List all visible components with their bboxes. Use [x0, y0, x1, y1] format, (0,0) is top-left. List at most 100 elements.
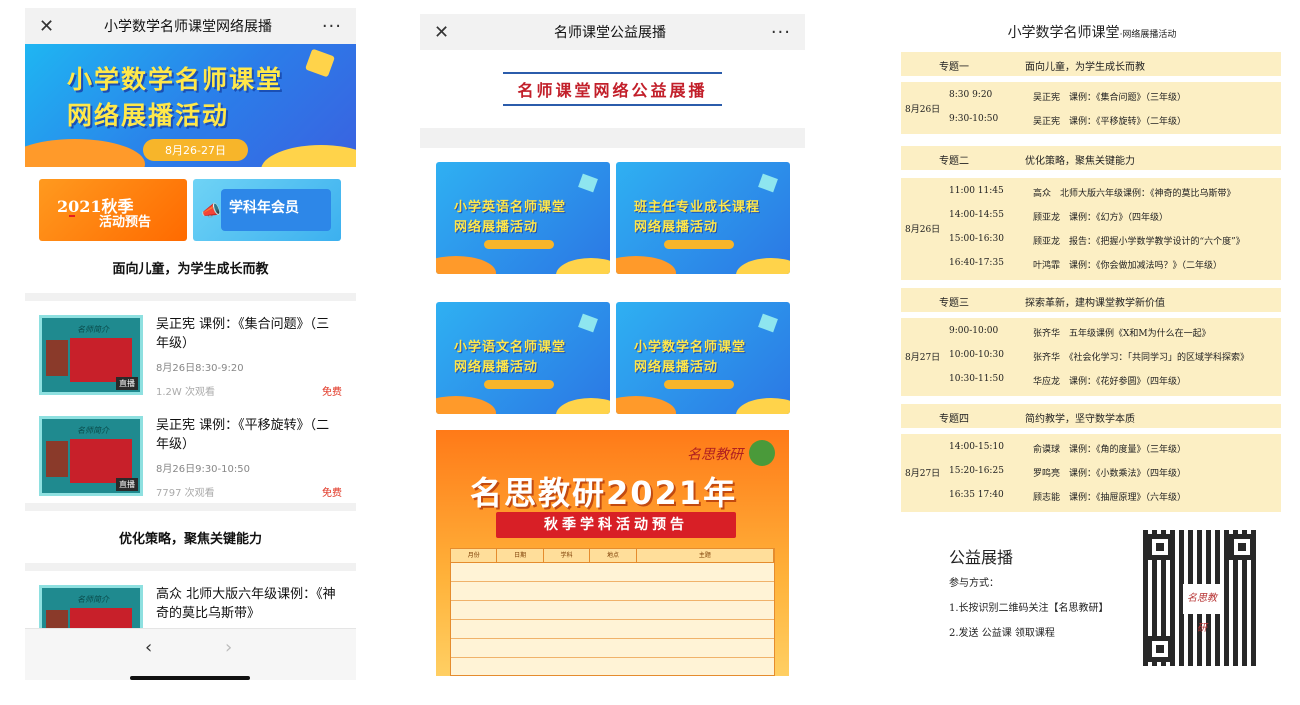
session-time: 14:00-15:10 — [949, 442, 1004, 452]
charity-step2: 2.发送 公益课 领取课程 — [949, 628, 1055, 639]
poster-row — [451, 582, 774, 601]
qr-center-logo: 名思教研 — [1183, 584, 1221, 634]
forward-icon[interactable]: › — [225, 637, 232, 658]
divider — [420, 128, 805, 148]
course-price: 免费 — [322, 488, 342, 499]
flag-icon — [304, 48, 336, 78]
page-title: 名师课堂公益展播 — [553, 25, 666, 41]
poster-col: 学科 — [544, 549, 591, 562]
divider — [25, 293, 356, 301]
course-name: 吴正宪 课例：《平移旋转》（二年级） — [156, 418, 330, 452]
course-price: 免费 — [322, 387, 342, 398]
session-desc: 顾志能 课例：《抽屉原理》（六年级） — [1033, 493, 1187, 503]
session-row: 10:30-11:50 华应龙 课例：《花好参圆》（四年级） — [901, 368, 1281, 392]
session-row: 11:00 11:45 高众 北师大版六年级课例：《神奇的莫比乌斯带》 — [901, 180, 1281, 204]
theme-label: 专题三 — [939, 298, 969, 309]
poster-logo: 名思教研 — [687, 447, 743, 463]
course-item[interactable]: 名师简介 直播 吴正宪 课例：《集合问题》（三年级） 8月26日8:30-9:2… — [25, 301, 356, 402]
theme-text: 简约教学，坚守数学本质 — [1025, 414, 1135, 425]
tile-math[interactable]: 小学数学名师课堂 网络展播活动 — [616, 302, 790, 414]
close-icon[interactable]: ✕ — [39, 16, 54, 37]
course-thumbnail: 名师简介 直播 — [39, 315, 143, 395]
session-row: 15:00-16:30 顾亚龙 报告：《把握小学数学教学设计的“六个度”》 — [901, 228, 1281, 252]
poster-row — [451, 639, 774, 658]
autumn-activity-poster[interactable]: 名思教研 名思教研2021年 秋季学科活动预告 月份 日期 学科 地点 主题 — [436, 430, 789, 676]
course-name: 高众 北师大版六年级课例：《神奇的莫比乌斯带》 — [156, 587, 336, 621]
session-row: 9:30-10:50 吴正宪 课例：《平移旋转》（二年级） — [901, 108, 1281, 132]
course-item[interactable]: 名师简介 直播 吴正宪 课例：《平移旋转》（二年级） 8月26日9:30-10:… — [25, 402, 356, 503]
session-time: 15:00-16:30 — [949, 234, 1004, 244]
theme-row: 专题一 面向儿童，为学生成长而教 — [901, 52, 1281, 76]
promo-banners: 2021秋季 活动预告 📣 学科年会员 — [25, 167, 356, 241]
charity-banner-text: 名师课堂网络公益展播 — [503, 72, 722, 106]
autumn-preview-banner[interactable]: 2021秋季 活动预告 — [39, 179, 187, 241]
nav-bar: ✕ 名师课堂公益展播 ··· — [420, 14, 805, 50]
session-row: 15:20-16:25 罗鸣亮 课例：《小数乘法》（四年级） — [901, 460, 1281, 484]
browser-bottom-bar: ‹ › — [25, 628, 356, 680]
session-desc: 罗鸣亮 课例：《小数乘法》（四年级） — [1033, 469, 1187, 479]
hero-title-line1: 小学数学名师课堂 — [67, 65, 284, 94]
qr-finder — [1147, 636, 1173, 662]
session-time: 9:30-10:50 — [949, 114, 999, 124]
flag-icon — [758, 313, 778, 333]
tile-headteacher[interactable]: 班主任专业成长课程 网络展播活动 — [616, 162, 790, 274]
session-desc: 顾亚龙 报告：《把握小学数学教学设计的“六个度”》 — [1033, 237, 1245, 247]
section-title-1: 面向儿童，为学生成长而教 — [112, 261, 269, 277]
more-icon[interactable]: ··· — [322, 16, 342, 37]
session-desc: 高众 北师大版六年级课例：《神奇的莫比乌斯带》 — [1033, 189, 1236, 199]
seal-icon — [749, 440, 775, 466]
home-indicator — [130, 676, 250, 680]
session-row: 8:30 9:20 吴正宪 课例：《集合问题》（三年级） — [901, 84, 1281, 108]
tile-line1: 班主任专业成长课程 — [634, 200, 761, 215]
hero-wave-orange — [25, 139, 145, 167]
member-banner[interactable]: 📣 学科年会员 — [193, 179, 341, 241]
poster-col: 日期 — [497, 549, 544, 562]
session-row: 14:00-15:10 俞谟球 课例：《角的度量》（三年级） — [901, 436, 1281, 460]
charity-info: 公益展播 参与方式： 1.长按识别二维码关注【名思教研】 2.发送 公益课 领取… — [897, 514, 1287, 674]
session-row: 14:00-14:55 顾亚龙 课例：《幻方》（四年级） — [901, 204, 1281, 228]
tile-wave — [736, 398, 790, 414]
session-block: 8月26日 11:00 11:45 高众 北师大版六年级课例：《神奇的莫比乌斯带》… — [901, 178, 1281, 280]
tile-english[interactable]: 小学英语名师课堂 网络展播活动 — [436, 162, 610, 274]
hero-title-line2: 网络展播活动 — [67, 101, 230, 130]
theme-row: 专题三 探索革新，建构课堂教学新价值 — [901, 288, 1281, 312]
session-desc: 俞谟球 课例：《角的度量》（三年级） — [1033, 445, 1187, 455]
hero-banner[interactable]: 小学数学名师课堂 网络展播活动 8月26-27日 — [25, 44, 356, 167]
more-icon[interactable]: ··· — [771, 22, 791, 43]
flag-icon — [578, 173, 598, 193]
wechat-page-charity-broadcast: ✕ 名师课堂公益展播 ··· 名师课堂网络公益展播 小学英语名师课堂 网络展播活… — [420, 14, 805, 676]
thumb-title: 名师简介 — [77, 325, 109, 334]
poster-row — [451, 601, 774, 620]
live-badge: 直播 — [116, 377, 138, 390]
session-time: 10:00-10:30 — [949, 350, 1004, 360]
section-title-2: 优化策略，聚焦关键能力 — [118, 531, 262, 547]
course-info: 吴正宪 课例：《平移旋转》（二年级） 8月26日9:30-10:50 — [156, 416, 342, 475]
close-icon[interactable]: ✕ — [434, 22, 449, 43]
schedule-title-small: ·网络展播活动 — [1119, 30, 1177, 40]
tile-chinese[interactable]: 小学语文名师课堂 网络展播活动 — [436, 302, 610, 414]
theme-text: 面向儿童，为学生成长而教 — [1025, 62, 1145, 73]
tile-line2: 网络展播活动 — [454, 360, 539, 375]
session-desc: 叶鸿霏 课例：《你会做加减法吗？》（二年级） — [1033, 261, 1223, 271]
schedule-image: 小学数学名师课堂·网络展播活动 专题一 面向儿童，为学生成长而教 8月26日 8… — [897, 14, 1287, 674]
tile-wave — [436, 256, 496, 274]
session-desc: 顾亚龙 课例：《幻方》（四年级） — [1033, 213, 1169, 223]
course-time: 8月26日8:30-9:20 — [156, 363, 244, 374]
theme-label: 专题四 — [939, 414, 969, 425]
live-badge: 直播 — [116, 478, 138, 491]
back-icon[interactable]: ‹ — [145, 637, 152, 658]
course-info: 吴正宪 课例：《集合问题》（三年级） 8月26日8:30-9:20 — [156, 315, 342, 374]
autumn-sub: 活动预告 — [99, 215, 152, 230]
tile-wave — [556, 398, 610, 414]
session-block: 8月27日 9:00-10:00 张齐华 五年级课例《X和M为什么在一起》 10:… — [901, 318, 1281, 396]
page-title: 小学数学名师课堂网络展播 — [103, 19, 272, 35]
session-row: 16:40-17:35 叶鸿霏 课例：《你会做加减法吗？》（二年级） — [901, 252, 1281, 276]
qr-code[interactable]: 名思教研 — [1143, 530, 1259, 666]
session-time: 9:00-10:00 — [949, 326, 999, 336]
schedule-title: 小学数学名师课堂·网络展播活动 — [897, 22, 1287, 42]
course-views: 1.2W 次观看 — [156, 387, 215, 398]
session-row: 16:35 17:40 顾志能 课例：《抽屉原理》（六年级） — [901, 484, 1281, 508]
theme-row: 专题二 优化策略，聚焦关键能力 — [901, 146, 1281, 170]
session-block: 8月26日 8:30 9:20 吴正宪 课例：《集合问题》（三年级） 9:30-1… — [901, 82, 1281, 134]
divider — [25, 503, 356, 511]
